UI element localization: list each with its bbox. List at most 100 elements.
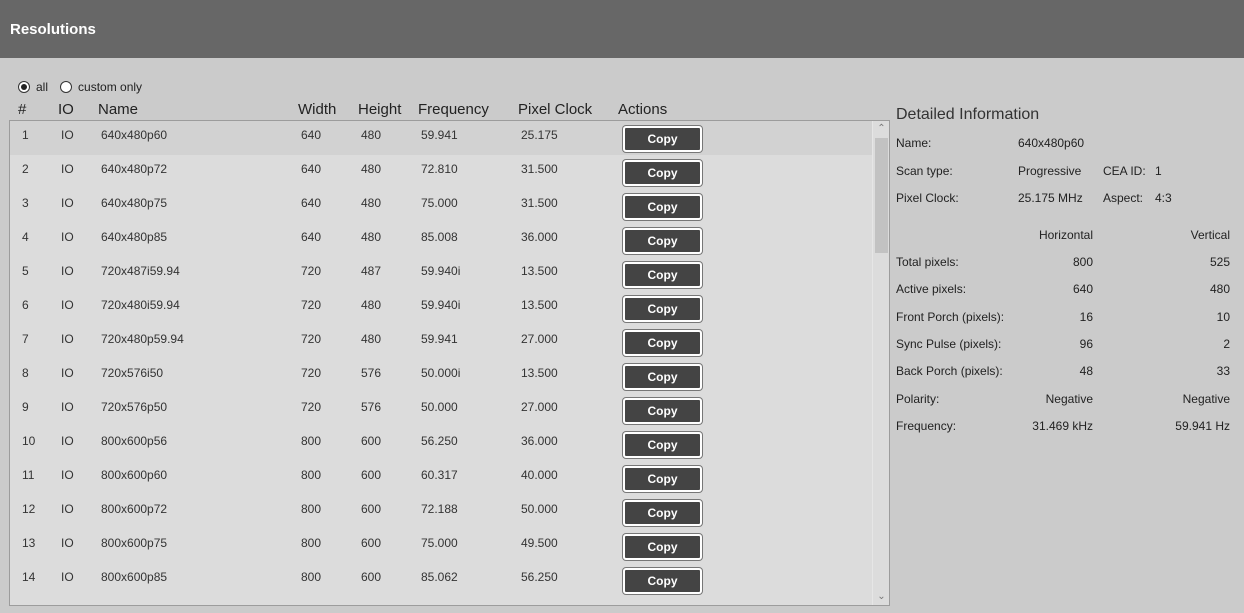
- cell-frequency: 72.188: [421, 502, 458, 516]
- cell-width: 800: [301, 502, 322, 516]
- col-header-height[interactable]: Height: [358, 101, 401, 118]
- table-row[interactable]: 3 IO 640x480p75 640 480 75.000 31.500 Copy: [10, 189, 872, 223]
- col-header-io[interactable]: IO: [58, 101, 74, 118]
- timing-horizontal-value: 16: [1079, 309, 1093, 324]
- cell-frequency: 60.317: [421, 468, 458, 482]
- cell-num: 5: [22, 264, 29, 278]
- cell-width: 640: [301, 128, 322, 142]
- scroll-thumb[interactable]: [875, 138, 888, 253]
- cell-num: 1: [22, 128, 29, 142]
- copy-button[interactable]: Copy: [623, 330, 702, 356]
- copy-button[interactable]: Copy: [623, 160, 702, 186]
- timing-label: Front Porch (pixels):: [896, 309, 1005, 324]
- table-row[interactable]: 4 IO 640x480p85 640 480 85.008 36.000 Copy: [10, 223, 872, 257]
- cell-pixel-clock: 40.000: [521, 468, 558, 482]
- cell-num: 13: [22, 536, 36, 550]
- cell-height: 480: [361, 298, 382, 312]
- copy-button[interactable]: Copy: [623, 534, 702, 560]
- cell-name: 800x600p56: [101, 434, 168, 448]
- cell-name: 720x480i59.94: [101, 298, 180, 312]
- copy-button[interactable]: Copy: [623, 262, 702, 288]
- cell-num: 7: [22, 332, 29, 346]
- cell-height: 600: [361, 468, 382, 482]
- timing-label: Sync Pulse (pixels):: [896, 336, 1002, 351]
- cell-width: 800: [301, 434, 322, 448]
- timing-vertical-value: 59.941 Hz: [1175, 418, 1230, 433]
- cell-io: IO: [61, 570, 74, 584]
- radio-custom-indicator[interactable]: [60, 81, 73, 93]
- cell-pixel-clock: 13.500: [521, 366, 558, 380]
- cell-pixel-clock: 27.000: [521, 400, 558, 414]
- col-header-num[interactable]: #: [18, 101, 26, 118]
- timing-vertical-value: 525: [1209, 255, 1230, 269]
- table-row[interactable]: 11 IO 800x600p60 800 600 60.317 40.000 Copy: [10, 461, 872, 495]
- col-header-name[interactable]: Name: [98, 101, 138, 118]
- cell-frequency: 59.941: [421, 332, 458, 346]
- copy-button[interactable]: Copy: [623, 568, 702, 594]
- cell-num: 9: [22, 400, 29, 414]
- cell-pixel-clock: 27.000: [521, 332, 558, 346]
- table-row[interactable]: 6 IO 720x480i59.94 720 480 59.940i 13.500 Copy: [10, 291, 872, 325]
- copy-button[interactable]: Copy: [623, 296, 702, 322]
- col-header-width[interactable]: Width: [298, 101, 336, 118]
- filter-custom-radio[interactable]: custom only: [60, 80, 142, 94]
- title-bar: Resolutions: [0, 0, 1244, 58]
- timing-label: Back Porch (pixels):: [896, 364, 1003, 379]
- cea-id-value: 1: [1155, 164, 1162, 178]
- timing-vertical-value: 10: [1216, 309, 1230, 324]
- cell-frequency: 50.000: [421, 400, 458, 414]
- copy-button[interactable]: Copy: [623, 466, 702, 492]
- cell-frequency: 59.940i: [421, 298, 461, 312]
- cell-name: 640x480p72: [101, 162, 168, 176]
- cell-pixel-clock: 13.500: [521, 264, 558, 278]
- cell-name: 720x480p59.94: [101, 332, 184, 346]
- table-row[interactable]: 1 IO 640x480p60 640 480 59.941 25.175 Copy: [10, 121, 872, 155]
- table-row[interactable]: 12 IO 800x600p72 800 600 72.188 50.000 Copy: [10, 495, 872, 529]
- timing-horizontal-value: 31.469 kHz: [1032, 418, 1093, 433]
- cell-frequency: 75.000: [421, 196, 458, 210]
- table-row[interactable]: 8 IO 720x576i50 720 576 50.000i 13.500 Copy: [10, 359, 872, 393]
- copy-button[interactable]: Copy: [623, 126, 702, 152]
- copy-button[interactable]: Copy: [623, 398, 702, 424]
- cell-name: 800x600p75: [101, 536, 168, 550]
- cell-name: 640x480p60: [101, 128, 168, 142]
- chevron-down-icon[interactable]: ⌄: [873, 589, 889, 605]
- copy-button[interactable]: Copy: [623, 432, 702, 458]
- cell-pixel-clock: 49.500: [521, 536, 558, 550]
- scan-type-value: Progressive: [1018, 164, 1082, 178]
- timing-label: Polarity:: [896, 391, 940, 406]
- cell-width: 800: [301, 468, 322, 482]
- cell-io: IO: [61, 230, 74, 244]
- col-header-frequency[interactable]: Frequency: [418, 101, 489, 118]
- cell-name: 800x600p85: [101, 570, 168, 584]
- copy-button[interactable]: Copy: [623, 364, 702, 390]
- table-row[interactable]: 9 IO 720x576p50 720 576 50.000 27.000 Copy: [10, 393, 872, 427]
- copy-button[interactable]: Copy: [623, 194, 702, 220]
- chevron-up-icon[interactable]: ⌃: [873, 121, 889, 137]
- cell-frequency: 56.250: [421, 434, 458, 448]
- table-row[interactable]: 5 IO 720x487i59.94 720 487 59.940i 13.500 Copy: [10, 257, 872, 291]
- radio-all-indicator[interactable]: [18, 81, 30, 93]
- table-row[interactable]: 13 IO 800x600p75 800 600 75.000 49.500 Copy: [10, 529, 872, 563]
- filter-all-radio[interactable]: all: [18, 80, 48, 94]
- cell-num: 3: [22, 196, 29, 210]
- horizontal-header: Horizontal: [1038, 228, 1093, 242]
- copy-button[interactable]: Copy: [623, 228, 702, 254]
- cell-io: IO: [61, 400, 74, 414]
- table-row[interactable]: 10 IO 800x600p56 800 600 56.250 36.000 Copy: [10, 427, 872, 461]
- cell-frequency: 75.000: [421, 536, 458, 550]
- table-row[interactable]: 2 IO 640x480p72 640 480 72.810 31.500 Copy: [10, 155, 872, 189]
- resolutions-table[interactable]: 1 IO 640x480p60 640 480 59.941 25.175 Copy 2 IO 64…: [9, 120, 890, 606]
- table-row[interactable]: 14 IO 800x600p85 800 600 85.062 56.250 Copy: [10, 563, 872, 597]
- cell-height: 576: [361, 400, 382, 414]
- cell-height: 480: [361, 162, 382, 176]
- copy-button[interactable]: Copy: [623, 500, 702, 526]
- timing-horizontal-value: Negative: [1045, 391, 1093, 406]
- column-headers: # IO Name Width Height Frequency Pixel C…: [0, 101, 890, 121]
- timing-horizontal-value: 96: [1079, 336, 1093, 351]
- cell-io: IO: [61, 196, 74, 210]
- col-header-pixel-clock[interactable]: Pixel Clock: [518, 101, 592, 118]
- vertical-scrollbar[interactable]: ⌃ ⌄: [872, 121, 889, 605]
- page-title: Resolutions: [10, 21, 96, 38]
- table-row[interactable]: 7 IO 720x480p59.94 720 480 59.941 27.000 Copy: [10, 325, 872, 359]
